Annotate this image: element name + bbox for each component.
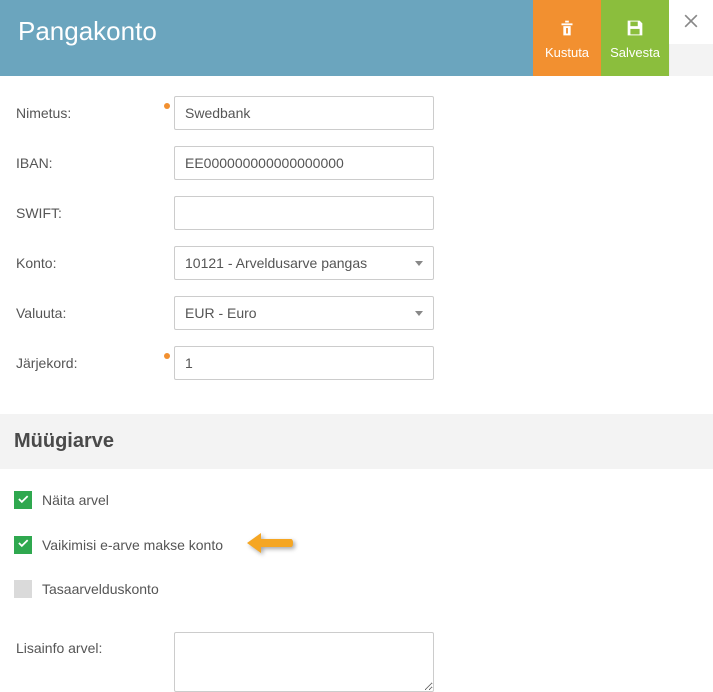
row-order: Järjekord: [14, 346, 699, 380]
row-show-on-invoice: Näita arvel [0, 491, 713, 509]
order-input[interactable] [174, 346, 434, 380]
account-select[interactable]: 10121 - Arveldusarve pangas [174, 246, 434, 280]
row-swift: SWIFT: [14, 196, 699, 230]
arrow-left-icon [245, 531, 293, 558]
label-iban: IBAN: [14, 155, 174, 171]
label-account: Konto: [14, 255, 174, 271]
iban-input[interactable] [174, 146, 434, 180]
label-order: Järjekord: [14, 355, 174, 371]
label-swift: SWIFT: [14, 205, 174, 221]
label-currency: Valuuta: [14, 305, 174, 321]
dialog-title: Pangakonto [0, 0, 533, 76]
currency-selected-value: EUR - Euro [185, 305, 257, 321]
label-default-einvoice: Vaikimisi e-arve makse konto [42, 537, 223, 553]
label-name: Nimetus: [14, 105, 174, 121]
label-order-text: Järjekord: [16, 355, 77, 371]
checkbox-default-einvoice[interactable] [14, 536, 32, 554]
caret-down-icon [415, 311, 423, 316]
label-offset-account: Tasaarvelduskonto [42, 581, 159, 597]
currency-select[interactable]: EUR - Euro [174, 296, 434, 330]
trash-icon [556, 17, 578, 39]
save-button[interactable]: Salvesta [601, 0, 669, 76]
row-account: Konto: 10121 - Arveldusarve pangas [14, 246, 699, 280]
header-tail [669, 44, 713, 76]
row-iban: IBAN: [14, 146, 699, 180]
row-default-einvoice: Vaikimisi e-arve makse konto [0, 531, 713, 558]
section-title: Müügiarve [14, 430, 699, 453]
delete-button[interactable]: Kustuta [533, 0, 601, 76]
extra-info-textarea[interactable] [174, 632, 434, 692]
required-dot-icon [164, 103, 170, 109]
delete-label: Kustuta [545, 45, 589, 60]
checkbox-offset-account[interactable] [14, 580, 32, 598]
row-extra-info: Lisainfo arvel: [0, 620, 713, 692]
form-area: Nimetus: IBAN: SWIFT: Konto: 10121 - Arv… [0, 76, 713, 398]
row-name: Nimetus: [14, 96, 699, 130]
close-icon [681, 11, 701, 34]
label-show-on-invoice: Näita arvel [42, 492, 109, 508]
swift-input[interactable] [174, 196, 434, 230]
label-name-text: Nimetus: [16, 105, 71, 121]
required-dot-icon [164, 353, 170, 359]
check-icon [16, 536, 30, 553]
check-icon [16, 492, 30, 509]
close-button[interactable] [669, 0, 713, 44]
section-sales-invoice: Müügiarve [0, 414, 713, 469]
save-icon [624, 17, 646, 39]
save-label: Salvesta [610, 45, 660, 60]
row-currency: Valuuta: EUR - Euro [14, 296, 699, 330]
caret-down-icon [415, 261, 423, 266]
dialog-header: Pangakonto Kustuta Salvesta [0, 0, 713, 76]
name-input[interactable] [174, 96, 434, 130]
checkbox-show-on-invoice[interactable] [14, 491, 32, 509]
label-extra-info: Lisainfo arvel: [14, 632, 174, 656]
header-actions: Kustuta Salvesta [533, 0, 713, 76]
account-selected-value: 10121 - Arveldusarve pangas [185, 255, 367, 271]
row-offset-account: Tasaarvelduskonto [0, 580, 713, 598]
